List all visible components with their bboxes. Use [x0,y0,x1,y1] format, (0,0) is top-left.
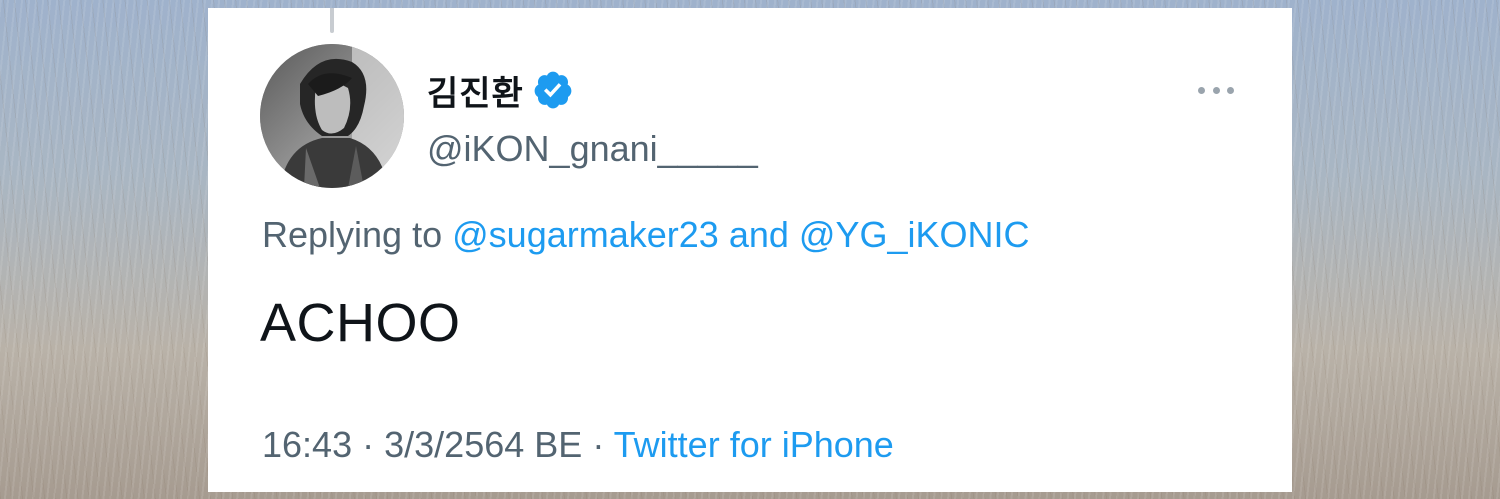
tweet-card: 김진환 @iKON_gnani_____ Replying to @sugarm… [208,8,1292,492]
avatar-portrait-image [260,44,404,188]
user-handle[interactable]: @iKON_gnani_____ [427,128,758,170]
more-dot [1198,86,1205,94]
tweet-source-link[interactable]: Twitter for iPhone [614,424,894,465]
tweet-time[interactable]: 16:43 [262,424,352,465]
thread-connector-line [330,8,334,33]
reply-mention-sugarmaker23[interactable]: @sugarmaker23 [452,214,719,255]
more-dot [1212,86,1220,94]
more-options-icon[interactable] [1194,72,1238,108]
reply-conjunction: and [728,214,789,255]
display-name[interactable]: 김진환 [427,66,524,115]
display-name-row: 김진환 [427,66,574,115]
verified-badge-icon [534,71,572,109]
reply-mention-yg-ikonic[interactable]: @YG_iKONIC [799,214,1030,255]
meta-separator: · [592,424,605,465]
tweet-metadata: 16:43 · 3/3/2564 BE · Twitter for iPhone [262,424,894,466]
avatar[interactable] [260,44,404,188]
tweet-text: ACHOO [260,293,461,353]
replying-to-prefix: Replying to [262,214,443,255]
replying-to-line: Replying to @sugarmaker23 and @YG_iKONIC [262,214,1030,256]
tweet-date[interactable]: 3/3/2564 BE [384,424,582,465]
more-dot [1227,86,1234,94]
meta-separator: · [362,424,375,465]
